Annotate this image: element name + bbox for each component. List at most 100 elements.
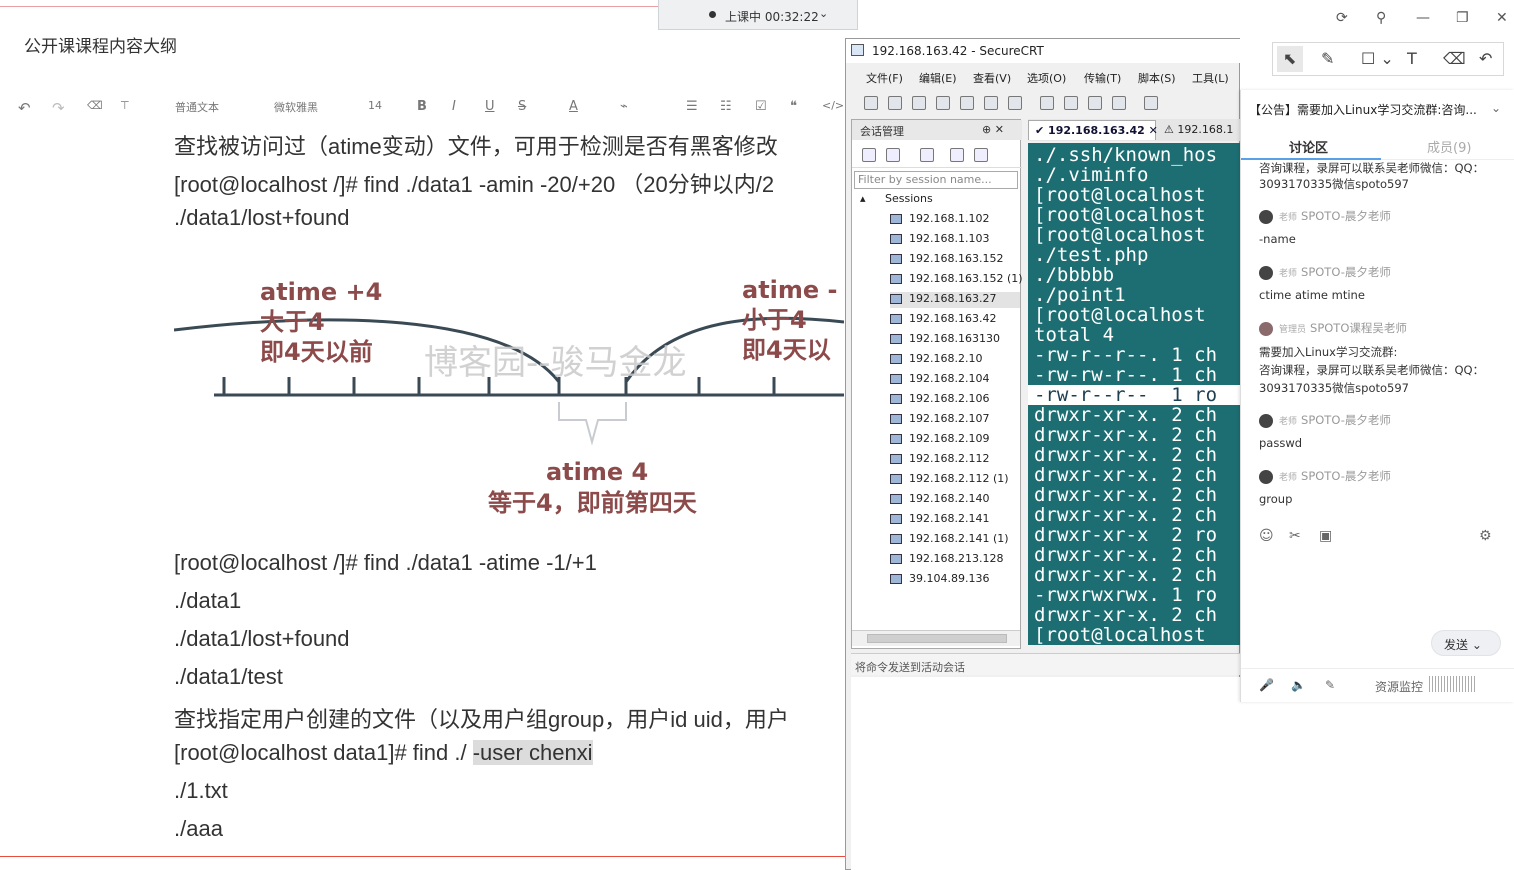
session-item[interactable]: 192.168.1.103 <box>890 232 1020 248</box>
cut-icon[interactable] <box>950 148 964 162</box>
image-icon[interactable]: ▣ <box>1319 528 1332 544</box>
font-family-select[interactable]: 微软雅黑 <box>274 99 318 115</box>
paste-icon[interactable] <box>984 96 998 110</box>
undo-icon[interactable]: ↶ <box>18 99 31 117</box>
session-item[interactable]: 192.168.163.152 <box>890 252 1020 268</box>
announcement-bar[interactable]: 【公告】需要加入Linux学习交流群:咨询... ⌄ <box>1241 98 1514 122</box>
quote-icon[interactable]: ❝ <box>790 99 797 114</box>
undo-draw-icon[interactable]: ↶ <box>1479 49 1492 68</box>
font-size-select[interactable]: 14 <box>368 99 382 112</box>
menu-transfer[interactable]: 传输(T) <box>1084 70 1121 86</box>
underline-button[interactable]: U <box>485 99 495 114</box>
session-item[interactable]: 192.168.2.112 (1) <box>890 472 1020 488</box>
speaker-icon[interactable]: 🔈 <box>1291 678 1306 692</box>
refresh-icon[interactable]: ⟳ <box>1336 10 1348 26</box>
highlight-icon[interactable]: ⌁ <box>620 99 628 114</box>
connect-tab-icon[interactable] <box>912 96 926 110</box>
scissors-icon[interactable]: ✂ <box>1289 528 1301 544</box>
tab-active-session[interactable]: ✔ 192.168.163.42 ✕ <box>1028 120 1158 140</box>
recording-status[interactable]: 上课中 00:32:22 ⌄ <box>658 0 858 30</box>
emoji-icon[interactable]: ☺ <box>1259 528 1274 544</box>
microphone-icon[interactable]: 🎤 <box>1259 678 1274 692</box>
format-brush-icon[interactable]: ⊤ <box>120 99 130 112</box>
settings-icon[interactable] <box>1064 96 1078 110</box>
menu-view[interactable]: 查看(V) <box>973 70 1011 86</box>
connect-icon[interactable] <box>864 96 878 110</box>
pointer-icon[interactable]: ⬉ <box>1283 49 1296 68</box>
avatar[interactable] <box>1259 413 1273 428</box>
clear-format-icon[interactable]: ⌫ <box>87 99 103 112</box>
redo-icon[interactable]: ↷ <box>52 99 65 117</box>
command-window-area[interactable] <box>851 677 1241 870</box>
pin-icon[interactable]: ⚲ <box>1376 10 1386 26</box>
rectangle-icon[interactable]: ☐ ⌄ <box>1361 49 1394 68</box>
chevron-down-icon[interactable]: ⌄ <box>1491 101 1501 115</box>
session-item[interactable]: 192.168.163.152 (1) <box>890 272 1023 288</box>
settings-icon[interactable]: ⚙ <box>1479 528 1492 544</box>
tab-discussion[interactable]: 讨论区 <box>1289 137 1328 156</box>
session-item[interactable]: 192.168.2.112 <box>890 452 1020 468</box>
session-item[interactable]: 192.168.2.109 <box>890 432 1020 448</box>
session-item[interactable]: 192.168.2.107 <box>890 412 1020 428</box>
ordered-list-icon[interactable]: ☷ <box>720 99 732 114</box>
sftp-icon[interactable] <box>1112 96 1126 110</box>
close-button[interactable]: ✕ <box>1496 10 1508 26</box>
copy-icon[interactable] <box>960 96 974 110</box>
session-item[interactable]: 192.168.2.104 <box>890 372 1020 388</box>
tab-members[interactable]: 成员(9) <box>1427 137 1471 156</box>
tab-session[interactable]: ⚠ 192.168.1 <box>1158 120 1241 140</box>
menu-script[interactable]: 脚本(S) <box>1138 70 1176 86</box>
italic-button[interactable]: I <box>452 99 456 114</box>
document-title[interactable]: 公开课课程内容大纲 <box>24 32 177 57</box>
avatar[interactable] <box>1259 209 1273 224</box>
session-item[interactable]: 192.168.2.140 <box>890 492 1020 508</box>
reconnect-icon[interactable] <box>936 96 950 110</box>
menu-file[interactable]: 文件(F) <box>866 70 903 86</box>
eraser-icon[interactable]: ⌫ <box>1443 49 1466 68</box>
session-item[interactable]: 192.168.1.102 <box>890 212 1020 228</box>
menu-options[interactable]: 选项(O) <box>1027 70 1066 86</box>
resource-monitor-label[interactable]: 资源监控 <box>1375 678 1423 695</box>
scrollbar-thumb[interactable] <box>867 634 1007 643</box>
pin-close-icon[interactable]: ⊕ ✕ <box>982 123 1004 136</box>
session-item[interactable]: 192.168.213.128 <box>890 552 1020 568</box>
quick-connect-icon[interactable] <box>888 96 902 110</box>
help-icon[interactable] <box>1144 96 1158 110</box>
avatar[interactable] <box>1259 469 1273 484</box>
keymap-icon[interactable] <box>1088 96 1102 110</box>
bullet-list-icon[interactable]: ☰ <box>686 99 698 114</box>
checkbox-icon[interactable]: ☑ <box>755 99 767 114</box>
horizontal-scrollbar[interactable] <box>852 630 1020 646</box>
minimize-button[interactable]: — <box>1416 10 1430 26</box>
text-tool-icon[interactable]: T <box>1407 49 1417 68</box>
terminal[interactable]: ./.ssh/known_hos ./.viminfo [root@localh… <box>1028 143 1241 645</box>
tree-root[interactable]: ▴ Sessions <box>860 192 933 205</box>
send-button[interactable]: 发送 ⌄ <box>1431 630 1501 656</box>
pen-icon[interactable]: ✎ <box>1325 678 1335 692</box>
session-item[interactable]: 192.168.2.141 <box>890 512 1020 528</box>
session-item[interactable]: 192.168.2.10 <box>890 352 1020 368</box>
session-item[interactable]: 192.168.163.42 <box>890 312 1020 328</box>
session-filter-input[interactable]: Filter by session name... <box>854 171 1018 189</box>
copy-session-icon[interactable] <box>974 148 988 162</box>
avatar[interactable] <box>1259 321 1273 336</box>
chevron-down-icon[interactable]: ⌄ <box>819 7 828 20</box>
code-icon[interactable]: </> <box>822 99 844 112</box>
session-item[interactable]: 39.104.89.136 <box>890 572 1020 588</box>
strikethrough-button[interactable]: S <box>518 99 526 114</box>
paragraph-style-select[interactable]: 普通文本 <box>175 99 219 115</box>
securecrt-titlebar[interactable]: 192.168.163.42 - SecureCRT <box>846 39 1241 63</box>
command-window[interactable]: 将命令发送到活动会话 <box>851 653 1241 675</box>
pen-icon[interactable]: ✎ <box>1321 49 1334 68</box>
find-icon[interactable] <box>1008 96 1022 110</box>
avatar[interactable] <box>1259 265 1273 280</box>
session-item[interactable]: 192.168.2.141 (1) <box>890 532 1020 548</box>
link-icon[interactable] <box>862 148 876 162</box>
session-item-selected[interactable]: 192.168.163.27 <box>890 292 1020 308</box>
expand-icon[interactable]: ▴ <box>860 192 866 205</box>
menu-edit[interactable]: 编辑(E) <box>919 70 957 86</box>
menu-tools[interactable]: 工具(L) <box>1192 70 1229 86</box>
print-icon[interactable] <box>1040 96 1054 110</box>
session-item[interactable]: 192.168.2.106 <box>890 392 1020 408</box>
bold-button[interactable]: B <box>417 99 427 114</box>
